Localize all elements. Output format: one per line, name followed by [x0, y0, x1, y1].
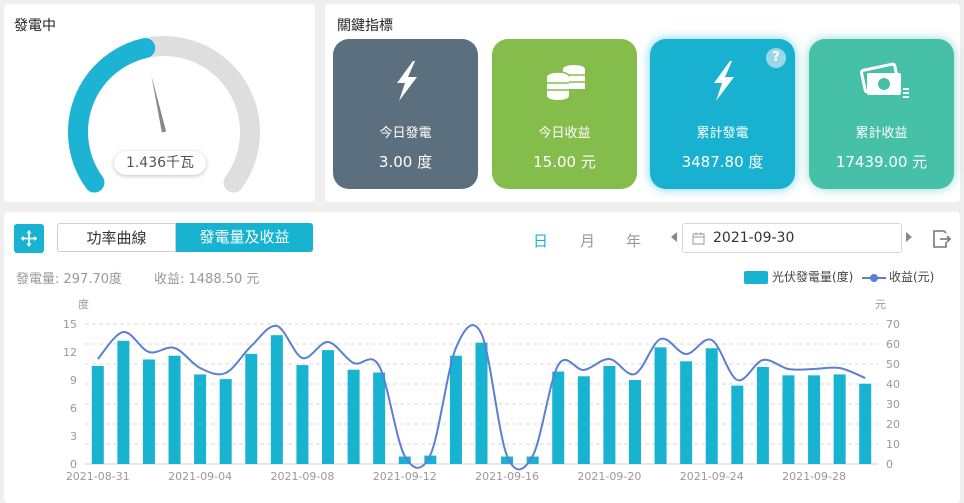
- kpi-label: 今日收益: [538, 126, 591, 141]
- x-axis-tick-label: 2021-09-12: [373, 470, 437, 483]
- right-axis-tick-label: 40: [886, 378, 900, 391]
- energy-bar: [117, 340, 130, 464]
- right-axis-tick-label: 60: [886, 338, 900, 351]
- coin-stack-icon: [546, 65, 585, 100]
- energy-bar: [782, 375, 795, 464]
- x-axis-tick-label: 2021-09-28: [782, 470, 846, 483]
- left-axis-tick-label: 12: [63, 346, 77, 359]
- key-metrics-panel: 關鍵指標 今日發電 3.00 度 今日收益 15.00 元 ? 累計發電 348…: [325, 4, 960, 202]
- energy-bar: [270, 335, 283, 464]
- energy-bar: [859, 383, 872, 464]
- right-axis-tick-label: 10: [886, 438, 900, 451]
- help-icon[interactable]: ?: [766, 48, 786, 68]
- energy-bar: [475, 342, 488, 464]
- energy-revenue-chart: 010203040506070036912152021-08-31 2021-09…: [63, 318, 900, 483]
- x-axis-tick-label: 2021-09-08: [270, 470, 334, 483]
- energy-bar: [680, 361, 693, 464]
- key-metrics-title: 關鍵指標: [337, 18, 393, 34]
- energy-bar: [808, 375, 821, 464]
- x-axis-tick-label: 2021-09-04: [168, 470, 232, 483]
- energy-bar: [552, 371, 565, 464]
- left-axis-tick-label: 6: [70, 402, 77, 415]
- energy-bar: [373, 372, 386, 464]
- right-axis-tick-label: 30: [886, 398, 900, 411]
- left-axis-tick-label: 9: [70, 374, 77, 387]
- kpi-value: 17439.00 元: [835, 153, 928, 171]
- energy-bar: [449, 355, 462, 464]
- kpi-label: 今日發電: [379, 126, 432, 141]
- energy-bar: [603, 366, 616, 464]
- energy-bar: [833, 374, 846, 464]
- right-axis-tick-label: 70: [886, 318, 900, 331]
- energy-bar: [628, 380, 641, 464]
- energy-bar: [731, 385, 744, 464]
- x-axis-tick-label: 2021-09-20: [577, 470, 641, 483]
- cash-icon: [859, 62, 909, 98]
- x-axis-tick-label: 2021-09-16: [475, 470, 539, 483]
- gauge-value: 1.436千瓦: [114, 151, 206, 175]
- x-axis-tick-label: 2021-09-24: [680, 470, 744, 483]
- kpi-value: 15.00 元: [533, 153, 596, 171]
- kpi-label: 累計收益: [855, 126, 908, 141]
- right-axis-tick-label: 0: [886, 458, 893, 471]
- left-axis-tick-label: 15: [63, 318, 77, 331]
- right-axis-tick-label: 50: [886, 358, 900, 371]
- kpi-card-today-energy: 今日發電 3.00 度: [333, 39, 478, 189]
- kpi-card-total-revenue: 累計收益 17439.00 元: [809, 39, 954, 189]
- energy-bar: [91, 366, 104, 464]
- energy-bar: [322, 350, 335, 464]
- right-axis-tick-label: 20: [886, 418, 900, 431]
- energy-bar: [142, 359, 155, 464]
- energy-bar: [168, 355, 181, 464]
- energy-bar: [756, 366, 769, 464]
- kpi-value: 3.00 度: [378, 153, 433, 171]
- generation-panel: 發電中 1.436千瓦: [4, 4, 315, 202]
- energy-bar: [194, 374, 207, 464]
- gauge-needle: [151, 75, 167, 133]
- energy-chart-panel: 功率曲線 發電量及收益 日 月 年 2021-09-30 發電量: 297.70…: [4, 212, 960, 503]
- kpi-value: 3487.80 度: [681, 153, 764, 171]
- kpi-card-today-revenue: 今日收益 15.00 元: [492, 39, 637, 189]
- energy-bar: [705, 348, 718, 464]
- kpi-card-total-energy: ? 累計發電 3487.80 度: [650, 39, 795, 189]
- kpi-label: 累計發電: [696, 126, 749, 141]
- x-axis-tick-label: 2021-08-31: [66, 470, 130, 483]
- energy-bar: [577, 376, 590, 464]
- energy-bar: [245, 353, 258, 464]
- energy-bar: [654, 347, 667, 464]
- left-axis-tick-label: 3: [70, 430, 77, 443]
- energy-bar: [296, 365, 309, 464]
- lightning-bolt-icon: [397, 61, 417, 101]
- energy-bar: [347, 369, 360, 464]
- energy-bar: [219, 379, 232, 464]
